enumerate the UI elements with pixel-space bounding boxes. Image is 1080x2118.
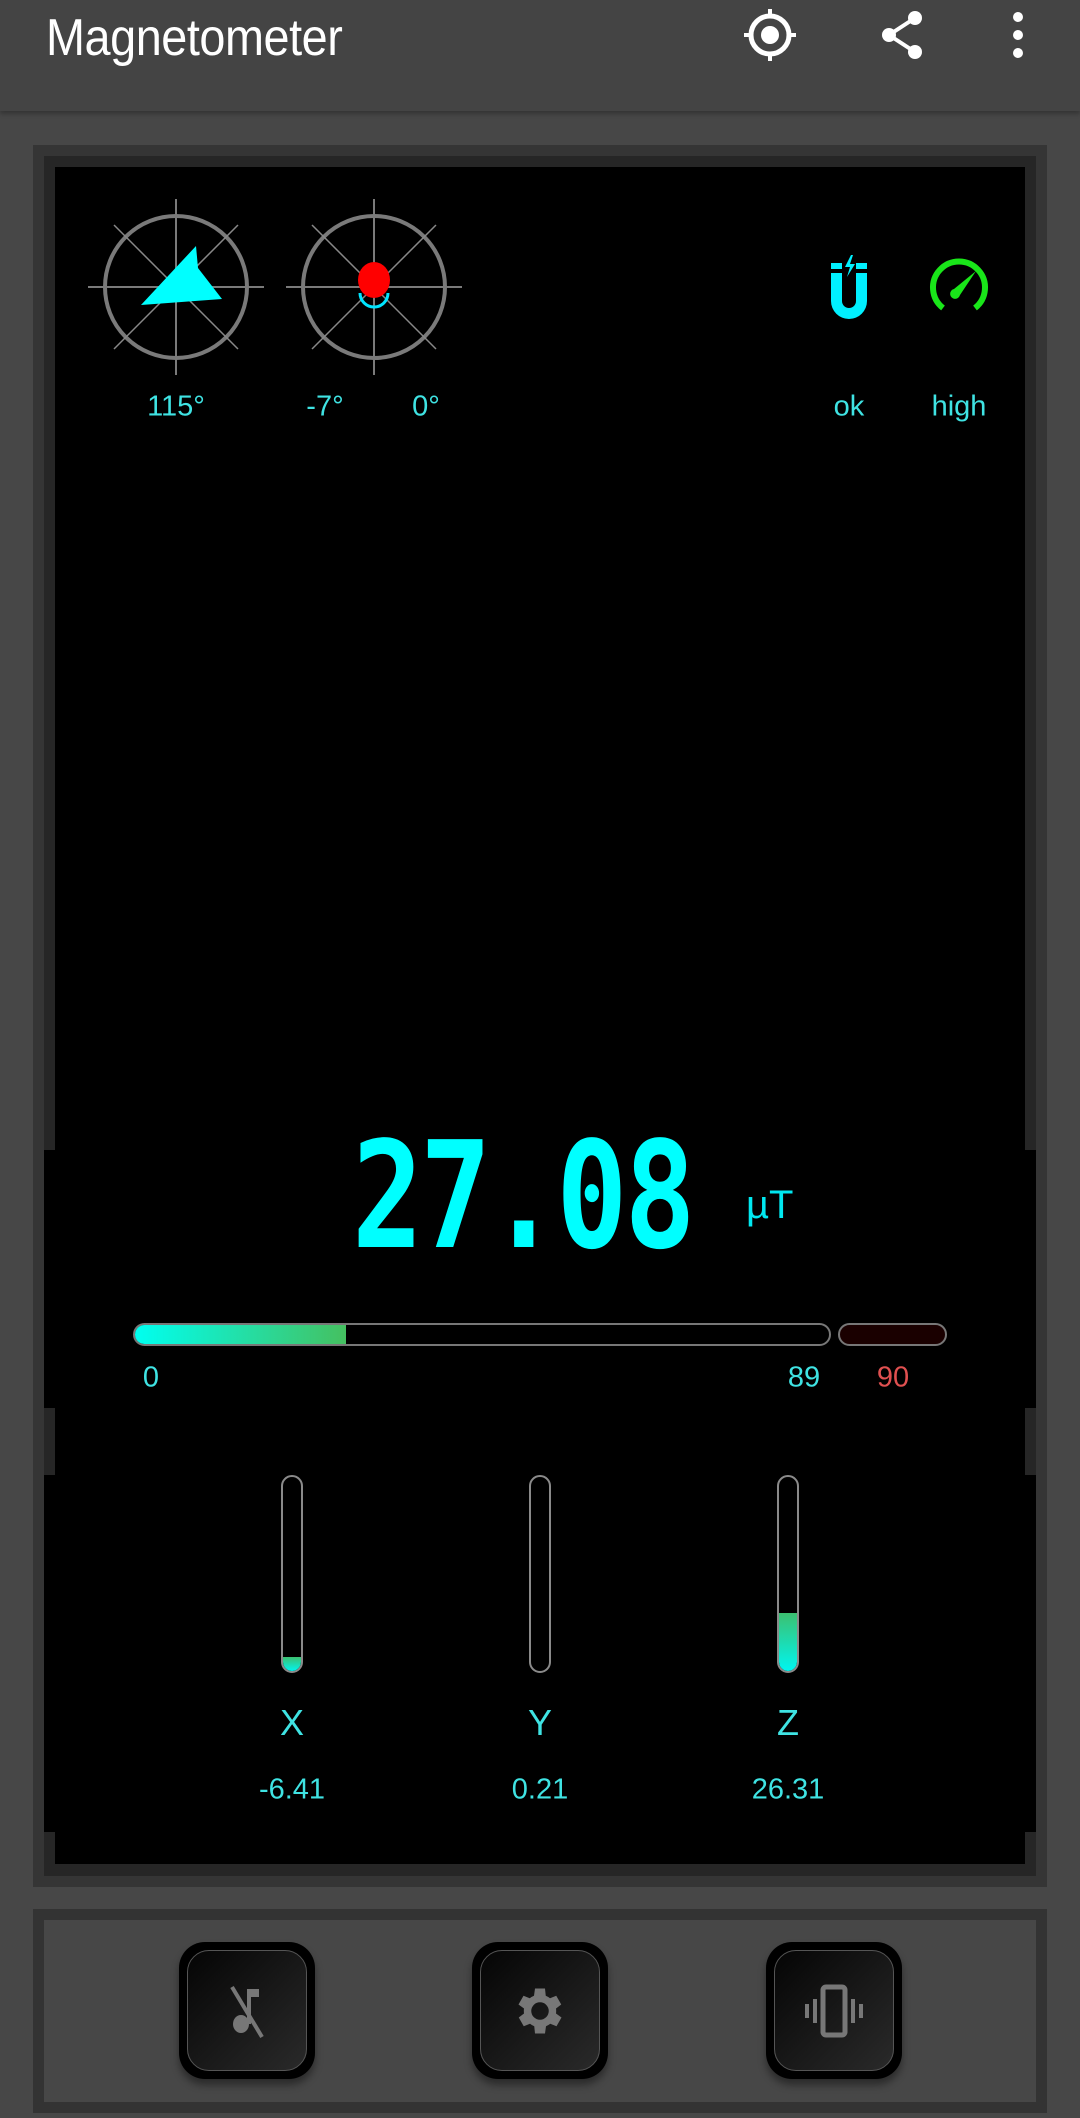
axis-value: 26.31 — [751, 1773, 825, 1806]
axis-y-gauge — [529, 1475, 551, 1673]
speedometer-icon — [930, 258, 988, 311]
pitch-value: -7° — [306, 390, 344, 423]
axis-label: Y — [527, 1702, 553, 1743]
axis-x-gauge — [281, 1475, 303, 1673]
level-indicator — [286, 199, 462, 375]
axis-gauge-fill — [779, 1612, 797, 1671]
overflow-bar — [838, 1323, 947, 1346]
field-strength-display: 27.08 — [352, 1110, 696, 1282]
axis-z-gauge — [777, 1475, 799, 1673]
accuracy-status: high — [931, 390, 987, 423]
axis-label: X — [279, 1702, 305, 1743]
heading-arrow-icon — [141, 246, 222, 305]
range-overflow: 90 — [876, 1361, 910, 1394]
heading-compass — [88, 199, 264, 375]
heading-value: 115° — [147, 390, 205, 423]
range-max: 89 — [787, 1361, 821, 1394]
vibrate-icon — [805, 1984, 863, 2037]
settings-button[interactable] — [472, 1942, 608, 2079]
level-bubble — [358, 262, 390, 298]
axis-gauge-fill — [283, 1657, 301, 1671]
range-bar-fill — [135, 1325, 347, 1344]
axis-label: Z — [777, 1702, 799, 1743]
sound-toggle-button[interactable] — [179, 1942, 315, 2079]
music-off-icon — [230, 1985, 264, 2038]
magnet-icon — [831, 255, 867, 319]
vibrate-button[interactable] — [766, 1942, 902, 2079]
range-min: 0 — [142, 1361, 160, 1394]
roll-value: 0° — [412, 390, 440, 423]
orientation-indicators — [88, 199, 988, 375]
axis-value: 0.21 — [511, 1773, 569, 1806]
gear-icon — [518, 1988, 562, 2033]
range-bar — [133, 1323, 831, 1346]
unit-label: µT — [746, 1183, 794, 1227]
axis-value: -6.41 — [258, 1773, 326, 1806]
calibration-status: ok — [833, 390, 865, 423]
